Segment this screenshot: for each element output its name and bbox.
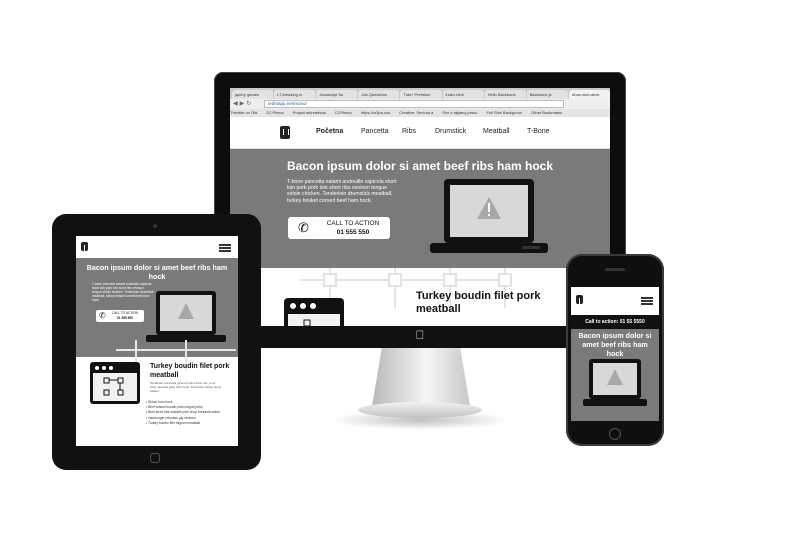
phone-icon: ✆: [99, 311, 106, 320]
tablet-home-button[interactable]: [150, 453, 160, 463]
browser-tab[interactable]: index.html: [442, 90, 484, 99]
browser-window-icon: [90, 362, 140, 404]
bookmark-item[interactable]: Posjeti rekreativna: [293, 110, 326, 115]
tablet-logo-icon[interactable]: [81, 242, 90, 251]
bookmark-item[interactable]: DJ Pimca: [266, 110, 283, 115]
browser-tab[interactable]: Javascript Su: [316, 90, 358, 99]
phone-logo-icon[interactable]: [576, 295, 585, 304]
list-item: Beef short ribs shankle pork chop bresao…: [146, 410, 226, 415]
tablet-cta-button[interactable]: ✆ CALL TO ACTION 01 555 550: [96, 310, 144, 322]
browser-tab[interactable]: Job Questions: [358, 90, 400, 99]
phone-home-button[interactable]: [609, 428, 621, 440]
browser-tab[interactable]: Backbone.js: [526, 90, 568, 99]
apple-logo-icon: : [414, 328, 426, 342]
browser-tab[interactable]: Hello Backbone: [484, 90, 526, 99]
bookmark-item[interactable]: Other Bookmarks: [531, 110, 562, 115]
nav-link-meatball[interactable]: Meatball: [483, 127, 509, 137]
hero-section: Bacon ipsum dolor si amet beef ribs ham …: [230, 149, 610, 268]
tablet-hero-title: Bacon ipsum dolor si amet beef ribs ham …: [86, 263, 228, 281]
laptop-warning-icon: [583, 359, 647, 406]
phone-hero-title: Bacon ipsum dolor si amet beef ribs ham …: [578, 331, 652, 358]
nav-link-drumstick[interactable]: Drumstick: [435, 127, 466, 137]
bookmarks-bar: Thimble on Ofd DJ Pimca Posjeti rekreati…: [230, 109, 610, 117]
monitor-screen: jquery games LT Amazing w Javascript Su …: [230, 88, 610, 326]
nav-link-ribs[interactable]: Ribs: [402, 127, 416, 137]
browser-tab[interactable]: LT Amazing w: [274, 90, 316, 99]
tablet-cta-number: 01 555 550: [117, 316, 133, 320]
tablet-section-text: Tenderloin pancetta ground round short l…: [150, 381, 222, 393]
site-logo-icon[interactable]: [280, 126, 290, 139]
monitor-stand-foot: [358, 402, 482, 418]
browser-tab[interactable]: jquery games: [232, 90, 274, 99]
cta-label: CALL TO ACTION: [326, 220, 380, 227]
hero-text: T-bone pancetta salami andouille capicol…: [287, 179, 397, 204]
bookmark-item[interactable]: Creative, Serious a: [399, 110, 433, 115]
cta-number: 01 555 550: [336, 229, 370, 236]
address-bar[interactable]: tedmapp.net/mono/: [264, 100, 564, 108]
browser-tab-active[interactable]: Ahus web-deve: [568, 90, 610, 99]
browser-tab-strip: jquery games LT Amazing w Javascript Su …: [230, 88, 610, 99]
phone-speaker: [605, 268, 625, 271]
tablet-camera: [153, 224, 157, 228]
tablet-screen: Bacon ipsum dolor si amet beef ribs ham …: [76, 236, 238, 446]
bookmark-item[interactable]: Sve o tajlanoj prsnc: [442, 110, 477, 115]
monitor-stand-neck: [372, 348, 470, 406]
phone-icon: ✆: [298, 220, 309, 235]
laptop-warning-icon: [430, 179, 548, 253]
phone-cta-bar[interactable]: Call to action: 01 55 5550: [571, 315, 659, 329]
list-item: Turkey boudin filet mignon meatball: [146, 421, 226, 426]
laptop-warning-icon: [146, 291, 226, 342]
browser-tab[interactable]: Tuts+ Premium: [400, 90, 442, 99]
bookmark-item[interactable]: https://cr3ps.coo: [361, 110, 390, 115]
browser-toolbar: ◀▶↻ tedmapp.net/mono/: [230, 99, 610, 109]
tablet-cta-label: CALL TO ACTION: [112, 311, 138, 315]
bookmark-item[interactable]: Full Size Backgroun: [486, 110, 522, 115]
tablet-hero-text: T-bone pancetta salami andouille capicol…: [92, 282, 154, 302]
bookmark-item[interactable]: Thimble on Ofd: [230, 110, 257, 115]
content-section: Turkey boudin filet pork meatball: [230, 268, 610, 326]
section-title: Turkey boudin filet pork meatball: [416, 290, 541, 315]
nav-link-t-bone[interactable]: T-Bone: [527, 127, 550, 137]
site-navbar: Početna Pancetta Ribs Drumstick Meatball…: [230, 117, 610, 149]
browser-nav-icons[interactable]: ◀▶↻: [233, 100, 253, 108]
browser-window-icon: [284, 298, 344, 326]
tablet-section-title: Turkey boudin filet pork meatball: [150, 363, 230, 379]
tablet-menu-icon[interactable]: [219, 244, 231, 252]
hero-title: Bacon ipsum dolor si amet beef ribs ham …: [286, 159, 554, 173]
phone-screen: Call to action: 01 55 5550 Bacon ipsum d…: [571, 287, 659, 421]
phone-menu-icon[interactable]: [641, 297, 653, 305]
cta-button[interactable]: ✆ CALL TO ACTION 01 555 550: [288, 217, 390, 239]
nav-link-pancetta[interactable]: Pancetta: [361, 127, 389, 137]
tablet-feature-list: Sirloin ham hock Beef brisket boudin por…: [146, 400, 226, 426]
bookmark-item[interactable]: CCPimca: [335, 110, 352, 115]
nav-link-pocetna[interactable]: Početna: [316, 127, 343, 137]
